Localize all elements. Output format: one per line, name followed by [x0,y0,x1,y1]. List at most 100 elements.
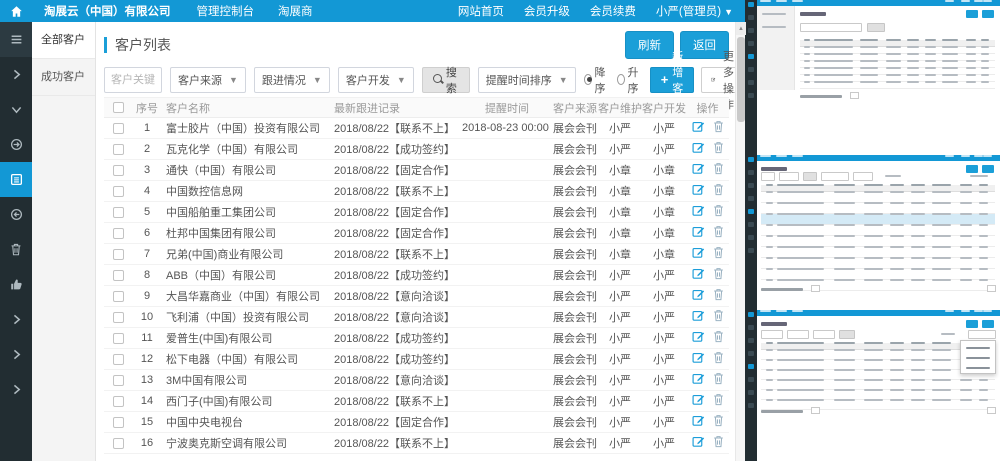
vertical-scrollbar[interactable]: ▲ [735,22,745,461]
trash-icon[interactable] [713,225,724,241]
edit-icon[interactable] [692,120,705,136]
trash-icon[interactable] [713,267,724,283]
mini-search-button[interactable] [839,330,855,339]
mini-more-button[interactable] [968,330,996,339]
topbar-right-menu-1[interactable]: 会员升级 [514,3,580,19]
topbar-right-menu-0[interactable]: 网站首页 [448,3,514,19]
trash-icon[interactable] [713,183,724,199]
sidebar-item-trash[interactable] [0,232,32,267]
row-checkbox[interactable] [113,186,124,197]
refresh-button[interactable]: 刷新 [625,31,674,59]
scrollbar-thumb[interactable] [737,37,745,122]
trash-icon[interactable] [713,372,724,388]
trash-icon[interactable] [713,435,724,451]
row-checkbox[interactable] [113,165,124,176]
topbar-right-menu-2[interactable]: 会员续费 [580,3,646,19]
followup-select[interactable]: 跟进情况▼ [254,67,330,93]
mini-corner-box[interactable] [987,285,996,292]
desc-radio[interactable]: 降序 [584,64,609,96]
edit-icon[interactable] [692,246,705,262]
row-checkbox[interactable] [113,270,124,281]
add-customer-button[interactable]: +新增客户 [650,67,695,93]
sidebar-item-menu[interactable] [0,22,32,57]
row-checkbox[interactable] [113,417,124,428]
row-checkbox[interactable] [113,312,124,323]
mini-filter-control[interactable] [761,172,775,181]
topbar-menu-0[interactable]: 管理控制台 [185,3,267,19]
mini-page-input[interactable] [811,285,820,292]
trash-icon[interactable] [713,162,724,178]
mini-search-input[interactable] [800,23,862,32]
mini-filter-select[interactable] [813,330,835,339]
trash-icon[interactable] [713,288,724,304]
row-checkbox[interactable] [113,354,124,365]
mini-button[interactable] [982,165,994,173]
mini-filter-control[interactable] [803,172,817,181]
mini-button[interactable] [982,320,994,328]
trash-icon[interactable] [713,330,724,346]
source-select[interactable]: 客户来源▼ [170,67,246,93]
scroll-up-arrow[interactable]: ▲ [736,22,746,35]
trash-icon[interactable] [713,393,724,409]
sort-select[interactable]: 提醒时间排序▼ [478,67,576,93]
sidebar-item-home[interactable] [0,0,32,22]
topbar-menu-1[interactable]: 淘展商 [266,3,325,19]
row-checkbox[interactable] [113,291,124,302]
edit-icon[interactable] [692,309,705,325]
trash-icon[interactable] [713,351,724,367]
row-checkbox[interactable] [113,375,124,386]
sidebar-item-chevron-right[interactable] [0,302,32,337]
search-button[interactable]: 搜索 [422,67,470,93]
mini-filter-control[interactable] [779,172,799,181]
edit-icon[interactable] [692,393,705,409]
sidebar-item-thumbs-up[interactable] [0,267,32,302]
sidebar-item-chevron-right[interactable] [0,372,32,407]
edit-icon[interactable] [692,351,705,367]
edit-icon[interactable] [692,414,705,430]
more-actions-button[interactable]: 更多操作▼ [701,67,735,93]
row-checkbox[interactable] [113,207,124,218]
edit-icon[interactable] [692,141,705,157]
edit-icon[interactable] [692,225,705,241]
mini-button[interactable] [966,320,978,328]
mini-button[interactable] [966,10,978,18]
mini-page-input[interactable] [850,92,859,99]
sidebar-item-chevron-down[interactable] [0,92,32,127]
sidebar-item-chevron-right[interactable] [0,337,32,372]
user-menu[interactable]: 小严(管理员)▼ [646,3,745,19]
edit-icon[interactable] [692,330,705,346]
select-all-checkbox[interactable] [113,102,124,113]
row-checkbox[interactable] [113,123,124,134]
edit-icon[interactable] [692,183,705,199]
trash-icon[interactable] [713,120,724,136]
row-checkbox[interactable] [113,249,124,260]
edit-icon[interactable] [692,372,705,388]
mini-page-input[interactable] [811,407,820,414]
mini-filter-control[interactable] [821,172,849,181]
asc-radio[interactable]: 升序 [617,64,642,96]
develop-select[interactable]: 客户开发▼ [338,67,414,93]
keyword-input[interactable] [104,67,162,93]
mini-filter-select[interactable] [761,330,783,339]
sidebar-item-sign-out[interactable] [0,197,32,232]
mini-filter-control[interactable] [853,172,873,181]
sidebar-item-all-customers[interactable]: 全部客户 [32,22,95,59]
row-checkbox[interactable] [113,144,124,155]
trash-icon[interactable] [713,246,724,262]
mini-filter-select[interactable] [787,330,809,339]
edit-icon[interactable] [692,162,705,178]
row-checkbox[interactable] [113,438,124,449]
row-checkbox[interactable] [113,333,124,344]
mini-corner-box[interactable] [987,407,996,414]
sidebar-item-list[interactable] [0,162,32,197]
edit-icon[interactable] [692,288,705,304]
edit-icon[interactable] [692,204,705,220]
edit-icon[interactable] [692,435,705,451]
row-checkbox[interactable] [113,228,124,239]
trash-icon[interactable] [713,141,724,157]
trash-icon[interactable] [713,204,724,220]
mini-button[interactable] [966,165,978,173]
sidebar-item-sign-in[interactable] [0,127,32,162]
row-checkbox[interactable] [113,396,124,407]
sidebar-item-chevron-right[interactable] [0,57,32,92]
